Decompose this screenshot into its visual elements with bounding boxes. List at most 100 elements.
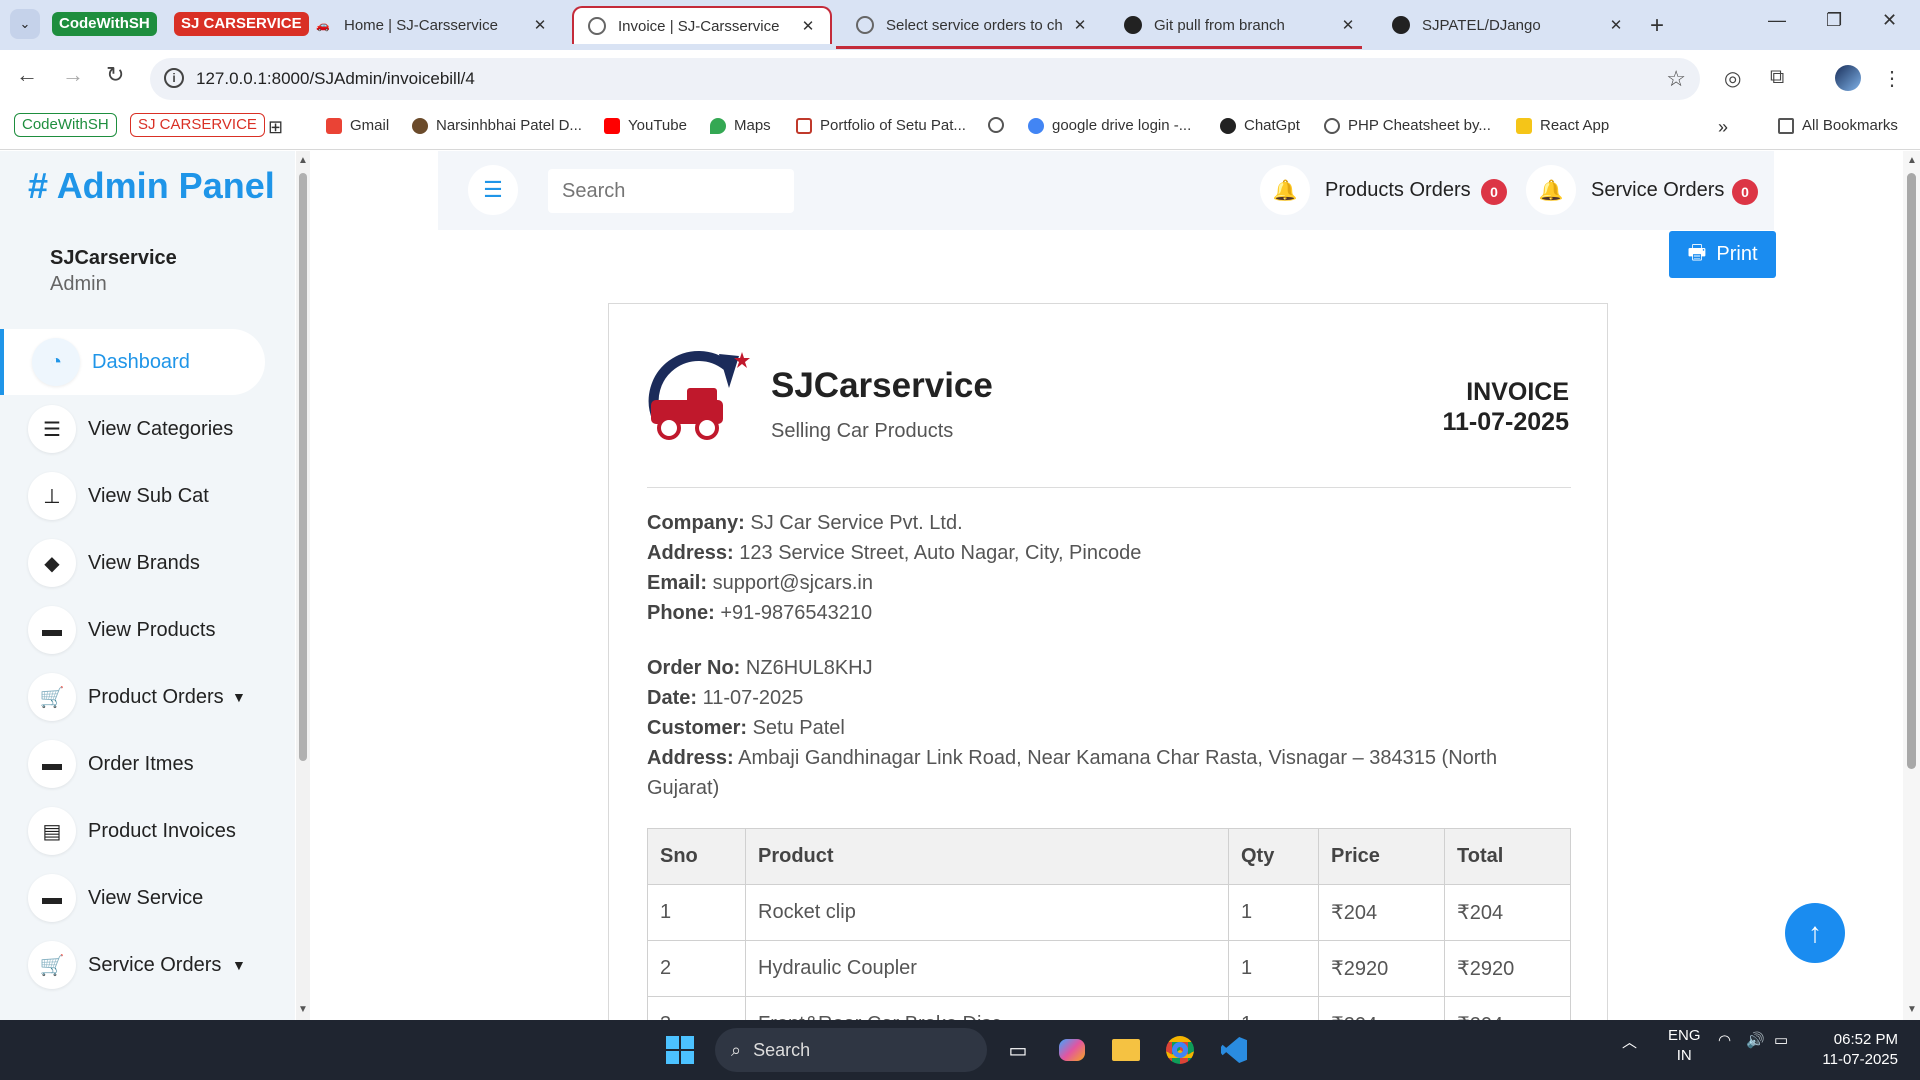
cell-sno: 1 (647, 884, 746, 941)
close-tab-icon[interactable]: ✕ (1338, 16, 1358, 34)
close-tab-icon[interactable]: ✕ (1070, 16, 1090, 34)
bookmark-portfolio[interactable]: Portfolio of Setu Pat... (796, 117, 966, 134)
forward-arrow-icon[interactable]: → (62, 62, 84, 88)
extensions-icon[interactable]: ⧉ (1770, 66, 1784, 89)
tab-search-button[interactable]: ⌄ (10, 9, 40, 39)
chrome-icon[interactable] (1160, 1030, 1200, 1070)
bookmark-star-icon[interactable]: ☆ (1666, 66, 1686, 92)
scroll-to-top-button[interactable]: ↑ (1785, 903, 1845, 963)
sidebar-scroll-thumb[interactable] (299, 173, 307, 761)
cell-qty: 1 (1228, 884, 1319, 941)
service-orders-link[interactable]: Service Orders (1591, 179, 1724, 202)
bookmark-maps[interactable]: Maps (710, 117, 771, 134)
hamburger-menu-icon[interactable]: ☰ (468, 165, 518, 215)
apps-grid-icon[interactable]: ⊞ (268, 117, 283, 138)
tab-git-pull[interactable]: Git pull from branch ✕ (1110, 6, 1370, 44)
bookmark-react-app[interactable]: React App (1516, 117, 1609, 134)
profile-avatar[interactable] (1835, 65, 1861, 91)
cell-product: Hydraulic Coupler (745, 940, 1229, 997)
bell-icon[interactable]: 🔔 (1526, 165, 1576, 215)
cell-qty: 1 (1228, 940, 1319, 997)
scroll-down-arrow-icon[interactable]: ▼ (1907, 1004, 1917, 1015)
sidebar-item-view-categories[interactable]: ☰ View Categories (0, 396, 265, 462)
sidebar-item-view-brands[interactable]: ◆ View Brands (0, 530, 265, 596)
tab-invoice[interactable]: Invoice | SJ-Carsservice ✕ (572, 6, 832, 44)
bookmark-group-codewithsh[interactable]: CodeWithSH (14, 113, 117, 137)
chatgpt-favicon-icon (1124, 16, 1142, 34)
address-bar[interactable]: i 127.0.0.1:8000/SJAdmin/invoicebill/4 ☆ (150, 58, 1700, 100)
wifi-icon[interactable]: ◠ (1718, 1031, 1731, 1049)
restore-icon[interactable]: ❐ (1826, 10, 1842, 31)
column-header-sno: Sno (647, 828, 746, 885)
sidebar-item-view-service[interactable]: ▬ View Service (0, 865, 265, 931)
bookmark-gmail[interactable]: Gmail (326, 117, 389, 134)
taskbar-search[interactable]: ⌕ Search (715, 1028, 987, 1072)
minimize-icon[interactable]: — (1768, 10, 1786, 31)
page-scroll-thumb[interactable] (1907, 173, 1916, 769)
search-input[interactable] (548, 169, 794, 213)
browser-tab-strip: ⌄ CodeWithSH SJ CARSERVICE 🚗 Home | SJ-C… (0, 0, 1920, 50)
sidebar-item-view-products[interactable]: ▬ View Products (0, 597, 265, 663)
tab-group-sj-carservice[interactable]: SJ CARSERVICE (174, 12, 309, 36)
volume-icon[interactable]: 🔊 (1746, 1031, 1765, 1049)
more-menu-icon[interactable]: ⋮ (1882, 66, 1902, 91)
url-text[interactable]: 127.0.0.1:8000/SJAdmin/invoicebill/4 (196, 69, 475, 89)
print-button[interactable]: 🖶 Print (1669, 231, 1776, 278)
back-arrow-icon[interactable]: ← (16, 62, 38, 88)
top-navbar: ☰ 🔔 Products Orders 0 🔔 Service Orders 0 (438, 151, 1774, 230)
tab-service-orders[interactable]: Select service orders to cha ✕ (842, 6, 1102, 44)
bookmark-narsinhbhai[interactable]: Narsinhbhai Patel D... (412, 117, 582, 134)
language-indicator[interactable]: ENG IN (1668, 1026, 1701, 1066)
close-tab-icon[interactable]: ✕ (798, 17, 818, 35)
bookmark-google-drive[interactable]: google drive login -... (1028, 117, 1191, 134)
battery-icon[interactable]: ▭ (1774, 1031, 1788, 1049)
admin-panel-brand[interactable]: # Admin Panel (28, 165, 275, 207)
sidebar-item-view-sub-cat[interactable]: ⊥ View Sub Cat (0, 463, 265, 529)
tags-icon: ◆ (28, 539, 76, 587)
scroll-up-arrow-icon[interactable]: ▲ (1907, 155, 1917, 166)
bookmark-chatgpt[interactable]: ChatGpt (1220, 117, 1300, 134)
scroll-up-arrow-icon[interactable]: ▲ (298, 155, 308, 166)
media-icon[interactable]: ◎ (1724, 66, 1741, 91)
copilot-icon[interactable] (1052, 1030, 1092, 1070)
vscode-icon[interactable] (1214, 1030, 1254, 1070)
reload-icon[interactable]: ↻ (106, 62, 124, 88)
page-scrollbar[interactable]: ▲ ▼ (1903, 151, 1920, 1020)
all-bookmarks[interactable]: All Bookmarks (1778, 117, 1898, 134)
service-orders-badge: 0 (1732, 179, 1758, 205)
new-tab-button[interactable]: + (1650, 12, 1664, 40)
sidebar-item-product-invoices[interactable]: ▤ Product Invoices (0, 798, 265, 864)
tab-home[interactable]: 🚗 Home | SJ-Carsservice ✕ (300, 6, 562, 44)
windows-start-icon[interactable] (660, 1030, 700, 1070)
sidebar-item-service-orders[interactable]: 🛒 Service Orders ▼ (0, 932, 265, 998)
bell-icon[interactable]: 🔔 (1260, 165, 1310, 215)
tab-github[interactable]: SJPATEL/DJango ✕ (1378, 6, 1638, 44)
products-orders-link[interactable]: Products Orders (1325, 179, 1471, 202)
sidebar-item-product-orders[interactable]: 🛒 Product Orders ▼ (0, 664, 265, 730)
bookmark-group-sj-carservice[interactable]: SJ CARSERVICE (130, 113, 265, 137)
close-window-icon[interactable]: ✕ (1882, 10, 1897, 31)
bookmark-php-cheatsheet[interactable]: PHP Cheatsheet by... (1324, 117, 1491, 134)
show-hidden-icons-chevron-up-icon[interactable]: ︿ (1622, 1031, 1637, 1052)
task-view-icon[interactable]: ▭ (998, 1030, 1038, 1070)
close-tab-icon[interactable]: ✕ (1606, 16, 1626, 34)
sidebar-item-dashboard[interactable]: ◔ Dashboard (0, 329, 265, 395)
file-explorer-icon[interactable] (1106, 1030, 1146, 1070)
google-icon (1028, 117, 1044, 134)
tab-group-codewithsh[interactable]: CodeWithSH (52, 12, 157, 36)
scroll-down-arrow-icon[interactable]: ▼ (298, 1004, 308, 1015)
sidebar-item-order-items[interactable]: ▬ Order Itmes (0, 731, 265, 797)
site-info-icon[interactable]: i (164, 68, 184, 88)
gmail-icon (326, 117, 342, 134)
browser-toolbar: ← → ↻ i 127.0.0.1:8000/SJAdmin/invoicebi… (0, 50, 1920, 108)
system-clock[interactable]: 06:52 PM 11-07-2025 (1822, 1030, 1898, 1070)
close-tab-icon[interactable]: ✕ (530, 16, 550, 34)
sidebar-scrollbar[interactable]: ▲ ▼ (296, 151, 310, 1020)
youtube-icon (604, 117, 620, 134)
customer-field: Customer: Setu Patel (647, 717, 845, 739)
tab-group-underline (836, 46, 1362, 49)
bookmark-globe[interactable] (988, 117, 1012, 133)
cell-price: ₹204 (1318, 996, 1445, 1020)
more-bookmarks-icon[interactable]: » (1718, 117, 1728, 138)
bookmark-youtube[interactable]: YouTube (604, 117, 687, 134)
